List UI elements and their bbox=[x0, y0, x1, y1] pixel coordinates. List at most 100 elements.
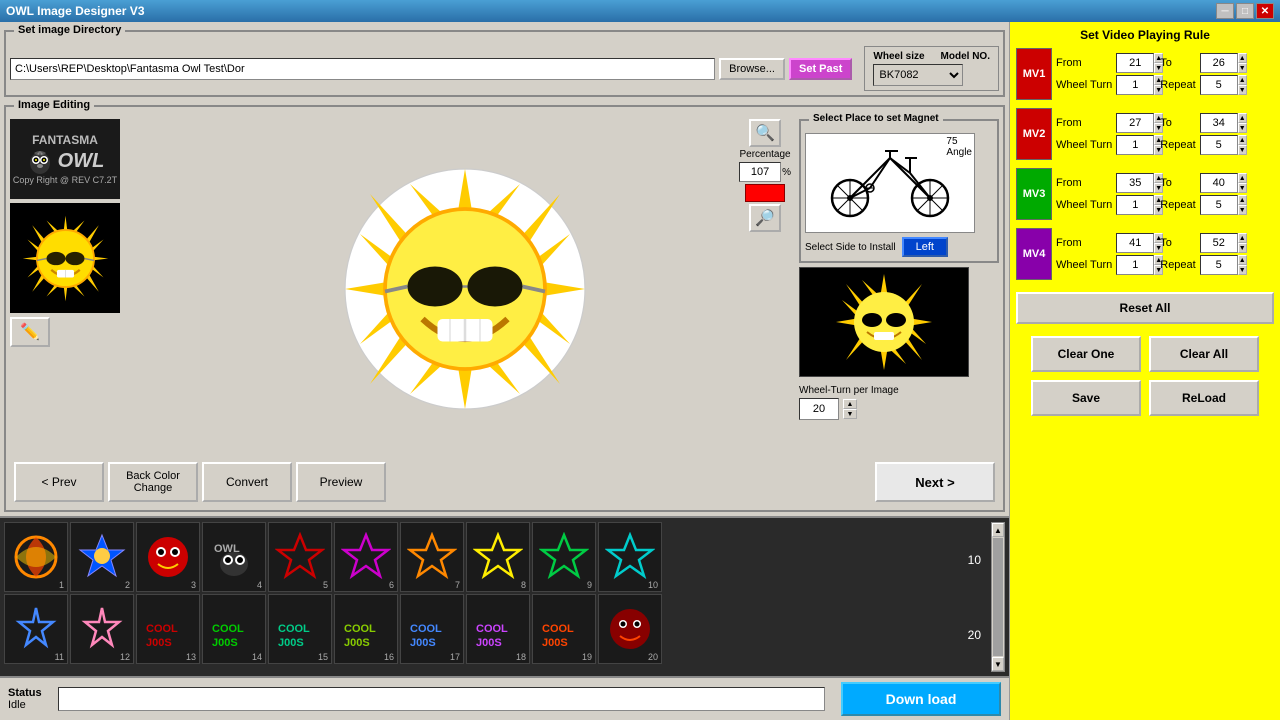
sun-thumb-svg bbox=[18, 211, 113, 306]
wheel-turn-input[interactable] bbox=[799, 398, 839, 420]
gallery-item-3[interactable]: 3 bbox=[136, 522, 200, 592]
mv4-to-input[interactable] bbox=[1200, 233, 1238, 253]
owl-icon bbox=[26, 147, 54, 175]
wheel-turn-up[interactable]: ▲ bbox=[843, 399, 857, 409]
model-select[interactable]: BK7082 BK7083 bbox=[873, 64, 963, 86]
progress-bar bbox=[58, 687, 825, 711]
scroll-thumb[interactable] bbox=[993, 538, 1003, 656]
clear-all-button[interactable]: Clear All bbox=[1149, 336, 1259, 372]
minimize-button[interactable]: ─ bbox=[1216, 3, 1234, 19]
mv4-from-input[interactable] bbox=[1116, 233, 1154, 253]
mv2-repeat-label: Repeat bbox=[1160, 139, 1195, 151]
mv4-repeat-input[interactable] bbox=[1200, 255, 1238, 275]
prev-button[interactable]: < Prev bbox=[14, 462, 104, 502]
pencil-button[interactable]: ✏️ bbox=[10, 317, 50, 347]
next-button[interactable]: Next > bbox=[875, 462, 995, 502]
gallery-item-8[interactable]: 8 bbox=[466, 522, 530, 592]
convert-button[interactable]: Convert bbox=[202, 462, 292, 502]
percentage-input[interactable] bbox=[739, 162, 781, 182]
back-color-button[interactable]: Back Color Change bbox=[108, 462, 198, 502]
mv3-to-input[interactable] bbox=[1200, 173, 1238, 193]
mv1-repeat-input[interactable] bbox=[1200, 75, 1238, 95]
magnet-label: Select Place to set Magnet bbox=[809, 113, 943, 124]
gallery-item-1[interactable]: 1 bbox=[4, 522, 68, 592]
gallery-item-17[interactable]: COOLJ00S 17 bbox=[400, 594, 464, 664]
gallery-scrollbar[interactable]: ▲ ▼ bbox=[991, 522, 1005, 672]
preview-button[interactable]: Preview bbox=[296, 462, 386, 502]
percent-sign: % bbox=[782, 167, 791, 178]
gallery-item-10[interactable]: 10 bbox=[598, 522, 662, 592]
reset-all-button[interactable]: Reset All bbox=[1016, 292, 1274, 324]
directory-input[interactable] bbox=[10, 58, 715, 80]
maximize-button[interactable]: □ bbox=[1236, 3, 1254, 19]
color-bar bbox=[745, 184, 785, 202]
mv4-wheel-input[interactable] bbox=[1116, 255, 1154, 275]
status-group: Status Idle bbox=[8, 687, 42, 711]
mv2-from-label: From bbox=[1056, 117, 1112, 129]
status-label: Status bbox=[8, 687, 42, 699]
scroll-down[interactable]: ▼ bbox=[992, 657, 1004, 671]
mv3-from-label: From bbox=[1056, 177, 1112, 189]
mv1-wheel-input[interactable] bbox=[1116, 75, 1154, 95]
gallery-item-16[interactable]: COOLJ00S 16 bbox=[334, 594, 398, 664]
zoom-in-button[interactable]: 🔍 bbox=[749, 119, 781, 147]
scroll-up[interactable]: ▲ bbox=[992, 523, 1004, 537]
gallery-item-9[interactable]: 9 bbox=[532, 522, 596, 592]
bike-svg bbox=[825, 143, 955, 223]
download-button[interactable]: Down load bbox=[841, 682, 1001, 716]
gallery-item-20[interactable]: 20 bbox=[598, 594, 662, 664]
gallery-item-18[interactable]: COOLJ00S 18 bbox=[466, 594, 530, 664]
left-side-button[interactable]: Left bbox=[902, 237, 948, 257]
mv2-from-input[interactable] bbox=[1116, 113, 1154, 133]
bike-container: 75 Angle bbox=[805, 133, 993, 233]
save-button[interactable]: Save bbox=[1031, 380, 1141, 416]
mv2-badge: MV2 bbox=[1016, 108, 1052, 160]
gallery-item-4[interactable]: OWL 4 bbox=[202, 522, 266, 592]
mv2-to-label: To bbox=[1160, 117, 1195, 129]
gallery-grid: 1 2 3 OWL 4 bbox=[4, 522, 958, 672]
close-button[interactable]: ✕ bbox=[1256, 3, 1274, 19]
wheel-turn-spinner[interactable]: ▲ ▼ bbox=[843, 399, 857, 419]
setpast-button[interactable]: Set Past bbox=[789, 58, 852, 80]
zoom-out-button[interactable]: 🔎 bbox=[749, 204, 781, 232]
brand-fantasma: FANTASMA bbox=[32, 133, 98, 147]
svg-text:J00S: J00S bbox=[542, 637, 568, 649]
mv2-repeat-input[interactable] bbox=[1200, 135, 1238, 155]
browse-button[interactable]: Browse... bbox=[719, 58, 785, 80]
mv2-to-input[interactable] bbox=[1200, 113, 1238, 133]
mv3-repeat-label: Repeat bbox=[1160, 199, 1195, 211]
model-no-label: Model NO. bbox=[941, 51, 990, 62]
mv3-wheel-input[interactable] bbox=[1116, 195, 1154, 215]
gallery-item-7[interactable]: 7 bbox=[400, 522, 464, 592]
mv1-from-input[interactable] bbox=[1116, 53, 1154, 73]
mv3-to-label: To bbox=[1160, 177, 1195, 189]
percentage-label: Percentage bbox=[739, 149, 790, 160]
gallery-item-19[interactable]: COOLJ00S 19 bbox=[532, 594, 596, 664]
row-numbers: 10 20 bbox=[960, 522, 989, 672]
reload-button[interactable]: ReLoad bbox=[1149, 380, 1259, 416]
gallery-item-12[interactable]: 12 bbox=[70, 594, 134, 664]
mv2-wheel-input[interactable] bbox=[1116, 135, 1154, 155]
mv3-from-input[interactable] bbox=[1116, 173, 1154, 193]
angle-label: Angle bbox=[946, 147, 972, 158]
wheel-turn-down[interactable]: ▼ bbox=[843, 409, 857, 419]
mv1-to-input[interactable] bbox=[1200, 53, 1238, 73]
svg-text:J00S: J00S bbox=[278, 637, 304, 649]
image-editing-section: Image Editing FANTASMA bbox=[4, 105, 1005, 512]
right-bottom-buttons: Clear One Clear All Save ReLoad bbox=[1016, 336, 1274, 416]
mv1-from-label: From bbox=[1056, 57, 1112, 69]
gallery-item-2[interactable]: 2 bbox=[70, 522, 134, 592]
gallery-item-11[interactable]: 11 bbox=[4, 594, 68, 664]
mv4-row: MV4 From ▲▼ To ▲▼ Wheel Turn ▲▼ Repeat bbox=[1016, 228, 1274, 280]
gallery-item-5[interactable]: 5 bbox=[268, 522, 332, 592]
gallery-item-15[interactable]: COOLJ00S 15 bbox=[268, 594, 332, 664]
clear-one-button[interactable]: Clear One bbox=[1031, 336, 1141, 372]
brand-copyright: Copy Right @ REV C7.2T bbox=[13, 175, 117, 185]
sun-small-svg bbox=[834, 272, 934, 372]
mv3-repeat-input[interactable] bbox=[1200, 195, 1238, 215]
gallery-item-14[interactable]: COOLJ00S 14 bbox=[202, 594, 266, 664]
gallery-item-13[interactable]: COOLJ00S 13 bbox=[136, 594, 200, 664]
status-bar: Status Idle Down load bbox=[0, 676, 1009, 720]
gallery-item-6[interactable]: 6 bbox=[334, 522, 398, 592]
svg-text:COOL: COOL bbox=[212, 623, 244, 635]
